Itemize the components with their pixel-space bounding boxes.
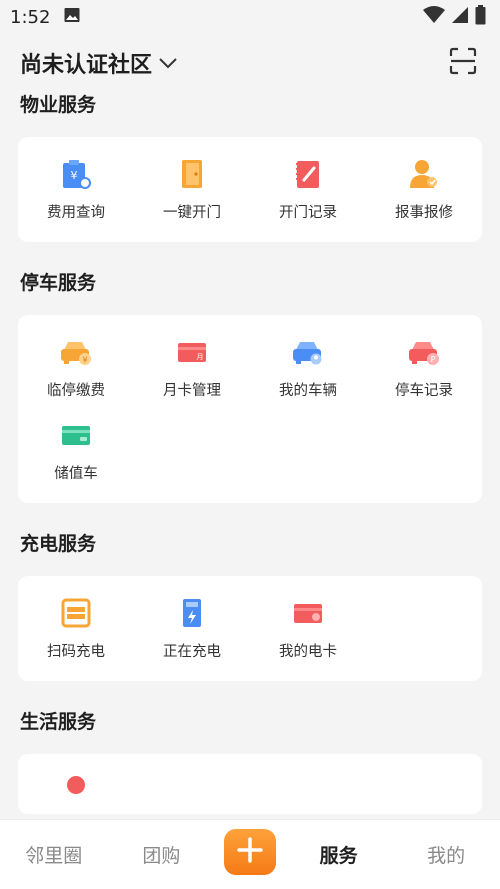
- scan-button[interactable]: [448, 47, 478, 79]
- header: 尚未认证社区: [0, 34, 500, 92]
- service-monthly-card[interactable]: 月 月卡管理: [134, 325, 250, 408]
- scan-icon: [449, 47, 477, 79]
- fee-query-icon: ¥: [59, 157, 93, 191]
- svg-text:月: 月: [197, 353, 204, 361]
- stored-value-car-icon: [59, 418, 93, 452]
- service-my-vehicle[interactable]: 我的车辆: [250, 325, 366, 408]
- section-title-life: 生活服务: [20, 711, 97, 733]
- status-bar: 1:52: [0, 0, 500, 34]
- nav-services[interactable]: 服务: [294, 841, 384, 868]
- property-services-card: ¥ 费用查询 一键开门 开门记录 报事报修: [18, 137, 482, 242]
- signal-icon: [451, 6, 469, 29]
- service-label: 开门记录: [279, 205, 337, 221]
- charge-card-icon: [291, 596, 325, 630]
- parking-record-icon: P: [407, 335, 441, 369]
- svg-text:P: P: [431, 355, 436, 364]
- status-time: 1:52: [10, 6, 51, 28]
- add-button[interactable]: [223, 828, 276, 875]
- wifi-icon: [423, 5, 445, 29]
- life-service-icon: [67, 776, 85, 794]
- section-title-charging: 充电服务: [20, 533, 97, 555]
- service-door-open[interactable]: 一键开门: [134, 147, 250, 230]
- service-charge-card[interactable]: 我的电卡: [250, 586, 366, 669]
- door-record-icon: [291, 157, 325, 191]
- chevron-down-icon: [158, 51, 178, 76]
- service-label: 停车记录: [395, 383, 453, 399]
- temp-parking-fee-icon: ¥: [59, 335, 93, 369]
- nav-neighborhood[interactable]: 邻里圈: [9, 841, 99, 868]
- service-label: 月卡管理: [163, 383, 221, 399]
- service-label: 储值车: [54, 466, 98, 482]
- monthly-card-icon: 月: [175, 335, 209, 369]
- service-label: 报事报修: [395, 205, 453, 221]
- scan-charge-icon: [59, 596, 93, 630]
- service-charging[interactable]: 正在充电: [134, 586, 250, 669]
- service-door-record[interactable]: 开门记录: [250, 147, 366, 230]
- community-selector[interactable]: 尚未认证社区: [20, 47, 178, 79]
- service-fee-query[interactable]: ¥ 费用查询: [18, 147, 134, 230]
- service-parking-record[interactable]: P 停车记录: [366, 325, 482, 408]
- service-repair-report[interactable]: 报事报修: [366, 147, 482, 230]
- svg-text:¥: ¥: [82, 356, 87, 365]
- nav-group-buy[interactable]: 团购: [116, 841, 206, 868]
- charging-services-card: 扫码充电 正在充电 我的电卡: [18, 576, 482, 681]
- bottom-nav: 邻里圈 团购 服务 我的: [0, 819, 500, 889]
- service-label: 一键开门: [163, 205, 221, 221]
- service-label: 我的车辆: [279, 383, 337, 399]
- nav-mine[interactable]: 我的: [401, 841, 491, 868]
- parking-services-card: ¥ 临停缴费 月 月卡管理 我的车辆 P 停车记录 储值车: [18, 315, 482, 503]
- my-vehicle-icon: [291, 335, 325, 369]
- door-open-icon: [175, 157, 209, 191]
- plus-icon: [237, 836, 263, 867]
- service-label: 正在充电: [163, 644, 221, 660]
- section-title-parking: 停车服务: [20, 272, 97, 294]
- service-label: 费用查询: [47, 205, 105, 221]
- service-temp-parking-fee[interactable]: ¥ 临停缴费: [18, 325, 134, 408]
- service-label: 我的电卡: [279, 644, 337, 660]
- svg-text:¥: ¥: [71, 169, 78, 182]
- section-title-property: 物业服务: [20, 94, 97, 116]
- service-label: 扫码充电: [47, 644, 105, 660]
- life-service-item[interactable]: [18, 754, 134, 814]
- gallery-notification-icon: [64, 7, 80, 28]
- community-name: 尚未认证社区: [20, 53, 153, 78]
- life-services-card: [18, 754, 482, 814]
- service-scan-charge[interactable]: 扫码充电: [18, 586, 134, 669]
- service-label: 临停缴费: [47, 383, 105, 399]
- charging-icon: [175, 596, 209, 630]
- battery-icon: [475, 4, 486, 30]
- service-stored-value-car[interactable]: 储值车: [18, 408, 134, 491]
- repair-report-icon: [407, 157, 441, 191]
